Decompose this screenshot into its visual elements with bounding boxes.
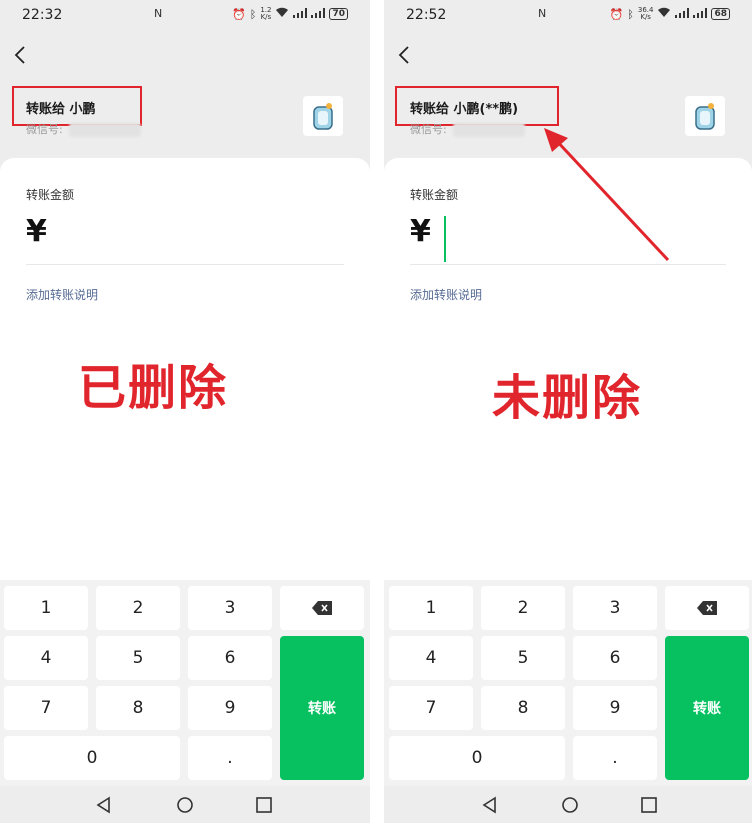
nav-recents-icon[interactable] bbox=[255, 796, 273, 814]
transfer-button[interactable]: 转账 bbox=[280, 636, 364, 780]
key-9[interactable]: 9 bbox=[573, 686, 657, 730]
status-bar: 22:52 N ⏰ ᛒ 36.4 K/s 68 bbox=[384, 0, 752, 32]
key-8[interactable]: 8 bbox=[481, 686, 565, 730]
wifi-icon bbox=[275, 7, 289, 21]
network-speed: 36.4 K/s bbox=[637, 6, 654, 21]
keypad: 1 2 3 4 5 6 转账 7 8 9 0 . bbox=[384, 580, 752, 786]
avatar bbox=[685, 96, 725, 136]
key-0[interactable]: 0 bbox=[389, 736, 565, 780]
key-6[interactable]: 6 bbox=[573, 636, 657, 680]
key-8[interactable]: 8 bbox=[96, 686, 180, 730]
status-bar: 22:32 N ⏰ ᛒ 1.2 K/s 70 bbox=[0, 0, 370, 32]
key-5[interactable]: 5 bbox=[96, 636, 180, 680]
avatar-icon bbox=[695, 103, 715, 130]
key-dot[interactable]: . bbox=[573, 736, 657, 780]
currency-symbol: ¥ bbox=[26, 214, 47, 249]
annotation-not-deleted: 未删除 bbox=[492, 370, 643, 426]
key-2[interactable]: 2 bbox=[96, 586, 180, 630]
alarm-icon: ⏰ bbox=[609, 7, 624, 21]
status-icons: ⏰ ᛒ 36.4 K/s 68 bbox=[610, 7, 730, 21]
network-speed: 1.2 K/s bbox=[260, 6, 272, 21]
battery-icon: 70 bbox=[329, 8, 348, 20]
signal-icon bbox=[311, 7, 326, 21]
key-0[interactable]: 0 bbox=[4, 736, 180, 780]
status-icons: ⏰ ᛒ 1.2 K/s 70 bbox=[232, 7, 348, 21]
backspace-key[interactable] bbox=[665, 586, 749, 630]
backspace-icon bbox=[312, 601, 332, 615]
keypad: 1 2 3 4 5 6 转账 7 8 9 0 . bbox=[0, 580, 370, 786]
key-7[interactable]: 7 bbox=[4, 686, 88, 730]
backspace-icon bbox=[697, 601, 717, 615]
nfc-icon: N bbox=[538, 7, 547, 20]
nav-back-icon[interactable] bbox=[95, 796, 113, 814]
signal-icon bbox=[675, 7, 690, 21]
back-arrow-icon[interactable] bbox=[394, 44, 416, 66]
add-note-link[interactable]: 添加转账说明 bbox=[26, 286, 98, 303]
status-time: 22:52 bbox=[406, 7, 447, 23]
key-7[interactable]: 7 bbox=[389, 686, 473, 730]
text-cursor[interactable] bbox=[444, 216, 446, 262]
annotation-deleted: 已删除 bbox=[78, 360, 229, 416]
key-9[interactable]: 9 bbox=[188, 686, 272, 730]
blurred-id bbox=[68, 123, 141, 137]
divider bbox=[410, 264, 726, 265]
wechat-id: 微信号: bbox=[26, 121, 141, 137]
amount-label: 转账金额 bbox=[26, 188, 75, 202]
key-3[interactable]: 3 bbox=[573, 586, 657, 630]
nav-bar bbox=[384, 786, 752, 823]
signal-icon bbox=[293, 7, 308, 21]
back-arrow-icon[interactable] bbox=[10, 44, 32, 66]
avatar bbox=[303, 96, 343, 136]
amount-label: 转账金额 bbox=[410, 188, 459, 202]
key-1[interactable]: 1 bbox=[4, 586, 88, 630]
signal-icon bbox=[693, 7, 708, 21]
key-5[interactable]: 5 bbox=[481, 636, 565, 680]
nav-bar bbox=[0, 786, 370, 823]
wifi-icon bbox=[657, 7, 671, 21]
avatar-icon bbox=[313, 103, 333, 130]
nav-recents-icon[interactable] bbox=[640, 796, 658, 814]
key-4[interactable]: 4 bbox=[4, 636, 88, 680]
payee-name: 转账给 小鹏(**鹏) bbox=[410, 102, 519, 117]
blurred-id bbox=[452, 123, 525, 137]
key-6[interactable]: 6 bbox=[188, 636, 272, 680]
key-4[interactable]: 4 bbox=[389, 636, 473, 680]
currency-symbol: ¥ bbox=[410, 214, 431, 249]
alarm-icon: ⏰ bbox=[232, 7, 246, 21]
key-dot[interactable]: . bbox=[188, 736, 272, 780]
nav-back-icon[interactable] bbox=[481, 796, 499, 814]
nav-home-icon[interactable] bbox=[176, 796, 194, 814]
bluetooth-icon: ᛒ bbox=[627, 7, 634, 21]
wechat-id: 微信号: bbox=[410, 121, 525, 137]
battery-icon: 68 bbox=[711, 8, 730, 20]
bluetooth-icon: ᛒ bbox=[249, 7, 257, 21]
transfer-button[interactable]: 转账 bbox=[665, 636, 749, 780]
add-note-link[interactable]: 添加转账说明 bbox=[410, 286, 482, 303]
nav-home-icon[interactable] bbox=[561, 796, 579, 814]
status-time: 22:32 bbox=[22, 7, 63, 23]
payee-name: 转账给 小鹏 bbox=[26, 102, 96, 117]
key-2[interactable]: 2 bbox=[481, 586, 565, 630]
key-1[interactable]: 1 bbox=[389, 586, 473, 630]
key-3[interactable]: 3 bbox=[188, 586, 272, 630]
divider bbox=[26, 264, 344, 265]
backspace-key[interactable] bbox=[280, 586, 364, 630]
nfc-icon: N bbox=[154, 7, 163, 20]
